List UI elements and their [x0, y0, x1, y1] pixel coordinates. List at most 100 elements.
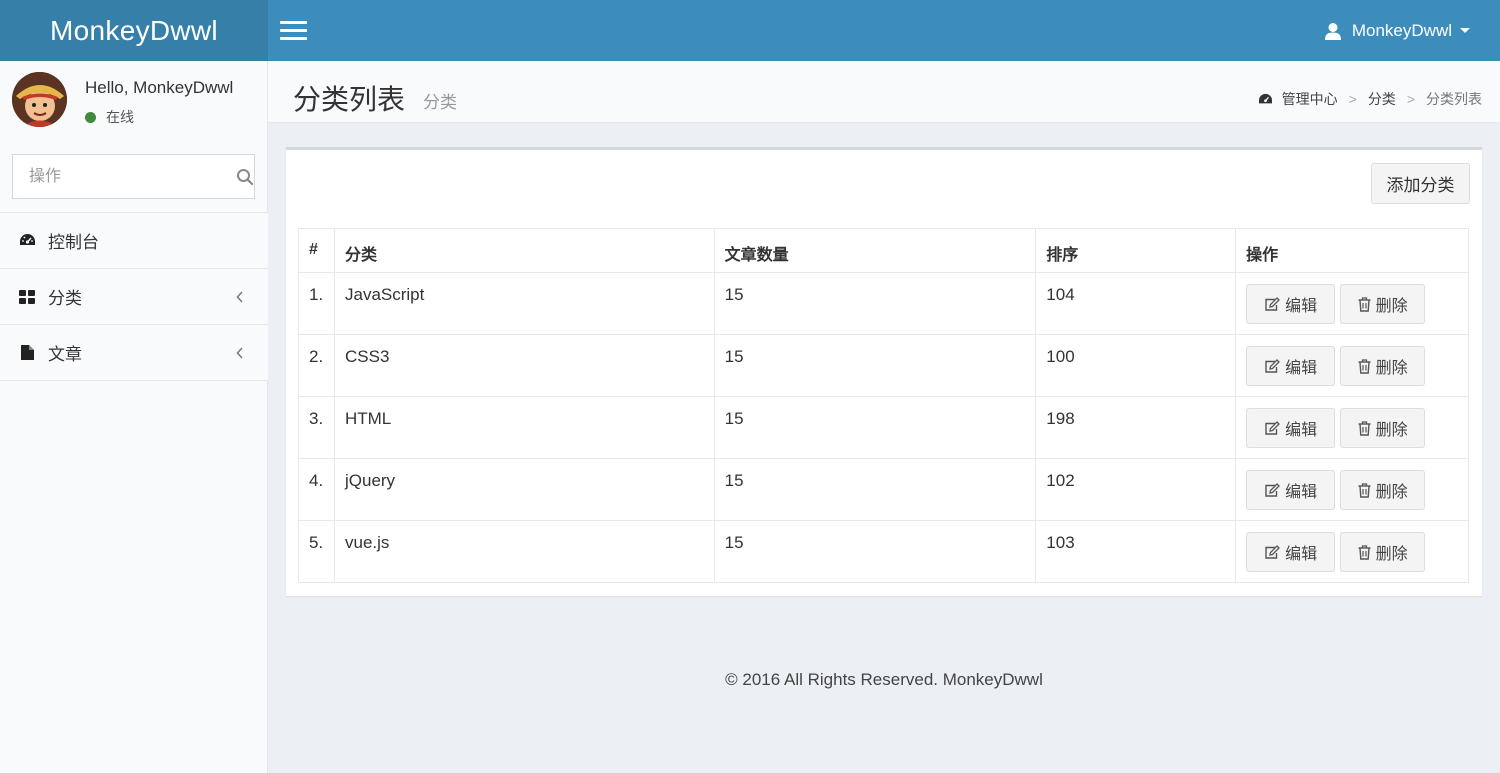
trash-icon [1358, 482, 1371, 498]
breadcrumb-item-current: 分类列表 [1426, 91, 1482, 107]
column-header-index: # [298, 228, 335, 273]
table-row: 5. vue.js 15 103 编辑 删除 [298, 520, 1469, 583]
chevron-left-icon [236, 288, 244, 308]
page-subtitle: 分类 [423, 93, 457, 112]
row-index: 1. [298, 272, 335, 335]
trash-icon [1358, 358, 1371, 374]
content-header: 分类列表 分类 管理中心 > 分类 > 分类列表 [268, 61, 1500, 123]
sidebar-menu: 控制台 分类 文章 [0, 212, 268, 381]
table-header-row: # 分类 文章数量 排序 操作 [298, 228, 1469, 273]
page-footer: © 2016 All Rights Reserved. MonkeyDwwl [725, 670, 1043, 689]
grid-icon [18, 289, 36, 304]
page-title: 分类列表 [293, 84, 406, 115]
sidebar-toggle-icon[interactable] [280, 20, 308, 42]
sidebar-item-category[interactable]: 分类 [0, 269, 268, 325]
breadcrumb-item-category[interactable]: 分类 [1368, 89, 1396, 109]
app-logo[interactable]: MonkeyDwwl [0, 0, 268, 61]
row-article-count: 15 [713, 396, 1037, 459]
row-article-count: 15 [713, 520, 1037, 583]
sidebar-item-label: 分类 [48, 289, 82, 308]
sidebar-item-article[interactable]: 文章 [0, 325, 268, 381]
sidebar-search-input[interactable] [13, 155, 236, 198]
column-header-order: 排序 [1035, 228, 1237, 273]
row-actions: 编辑 删除 [1235, 396, 1469, 459]
edit-button[interactable]: 编辑 [1246, 346, 1336, 386]
row-index: 3. [298, 396, 335, 459]
edit-button-label: 编辑 [1285, 360, 1318, 377]
edit-button-label: 编辑 [1285, 422, 1318, 439]
edit-icon [1264, 296, 1281, 312]
category-table: # 分类 文章数量 排序 操作 1. JavaScript 15 104 编辑删… [298, 228, 1469, 583]
trash-icon [1358, 420, 1371, 436]
edit-icon [1264, 482, 1281, 498]
row-category-name: CSS3 [333, 334, 715, 397]
edit-icon [1264, 358, 1281, 374]
row-order: 102 [1035, 458, 1237, 521]
row-order: 104 [1035, 272, 1237, 335]
row-index: 5. [298, 520, 335, 583]
add-category-button[interactable]: 添加分类 [1371, 163, 1470, 204]
edit-button-label: 编辑 [1285, 484, 1318, 501]
edit-icon [1264, 420, 1281, 436]
dashboard-icon [18, 233, 36, 248]
column-header-category: 分类 [333, 228, 715, 273]
delete-button-label: 删除 [1375, 298, 1408, 315]
row-category-name: jQuery [333, 458, 715, 521]
user-menu[interactable]: MonkeyDwwl [1324, 0, 1470, 61]
breadcrumb-item-home[interactable]: 管理中心 [1282, 89, 1338, 109]
delete-button[interactable]: 删除 [1340, 284, 1426, 324]
delete-button[interactable]: 删除 [1340, 532, 1426, 572]
row-order: 100 [1035, 334, 1237, 397]
user-icon [1324, 22, 1342, 40]
row-article-count: 15 [713, 272, 1037, 335]
sidebar-item-label: 控制台 [48, 233, 99, 252]
row-actions: 编辑 删除 [1235, 334, 1469, 397]
edit-button-label: 编辑 [1285, 546, 1318, 563]
row-order: 103 [1035, 520, 1237, 583]
row-actions: 编辑 删除 [1235, 520, 1469, 583]
row-actions: 编辑 删除 [1235, 272, 1469, 335]
user-menu-name: MonkeyDwwl [1351, 20, 1452, 40]
edit-button-label: 编辑 [1285, 298, 1318, 315]
delete-button-label: 删除 [1375, 546, 1408, 563]
edit-button[interactable]: 编辑 [1246, 532, 1336, 572]
row-order: 198 [1035, 396, 1237, 459]
top-navbar: MonkeyDwwl MonkeyDwwl [0, 0, 1500, 61]
row-article-count: 15 [713, 334, 1037, 397]
caret-down-icon [1460, 28, 1470, 33]
delete-button[interactable]: 删除 [1340, 470, 1426, 510]
sidebar-item-label: 文章 [48, 345, 82, 364]
dashboard-icon [1258, 93, 1273, 106]
edit-button[interactable]: 编辑 [1246, 470, 1336, 510]
breadcrumb: 管理中心 > 分类 > 分类列表 [1258, 89, 1482, 109]
trash-icon [1358, 296, 1371, 312]
edit-button[interactable]: 编辑 [1246, 284, 1336, 324]
delete-button[interactable]: 删除 [1340, 346, 1426, 386]
table-row: 1. JavaScript 15 104 编辑 删除 [298, 272, 1469, 335]
user-panel: Hello, MonkeyDwwl 在线 [0, 61, 268, 141]
search-icon[interactable] [236, 155, 254, 198]
row-actions: 编辑 删除 [1235, 458, 1469, 521]
delete-button[interactable]: 删除 [1340, 408, 1426, 448]
row-category-name: vue.js [333, 520, 715, 583]
breadcrumb-separator: > [1348, 91, 1357, 107]
status-online-icon [85, 111, 96, 123]
sidebar-search [12, 154, 255, 199]
file-icon [18, 345, 36, 360]
chevron-left-icon [236, 344, 244, 364]
table-row: 4. jQuery 15 102 编辑 删除 [298, 458, 1469, 521]
table-row: 2. CSS3 15 100 编辑 删除 [298, 334, 1469, 397]
delete-button-label: 删除 [1375, 360, 1408, 377]
row-index: 2. [298, 334, 335, 397]
breadcrumb-separator: > [1406, 91, 1415, 107]
user-status: 在线 [85, 107, 134, 127]
row-index: 4. [298, 458, 335, 521]
row-category-name: JavaScript [333, 272, 715, 335]
category-list-box: 添加分类 # 分类 文章数量 排序 操作 1. JavaScript 15 10… [286, 147, 1482, 596]
user-status-label: 在线 [106, 109, 134, 125]
delete-button-label: 删除 [1375, 422, 1408, 439]
column-header-article-count: 文章数量 [713, 228, 1037, 273]
avatar [12, 72, 67, 127]
edit-button[interactable]: 编辑 [1246, 408, 1336, 448]
sidebar-item-dashboard[interactable]: 控制台 [0, 213, 268, 269]
